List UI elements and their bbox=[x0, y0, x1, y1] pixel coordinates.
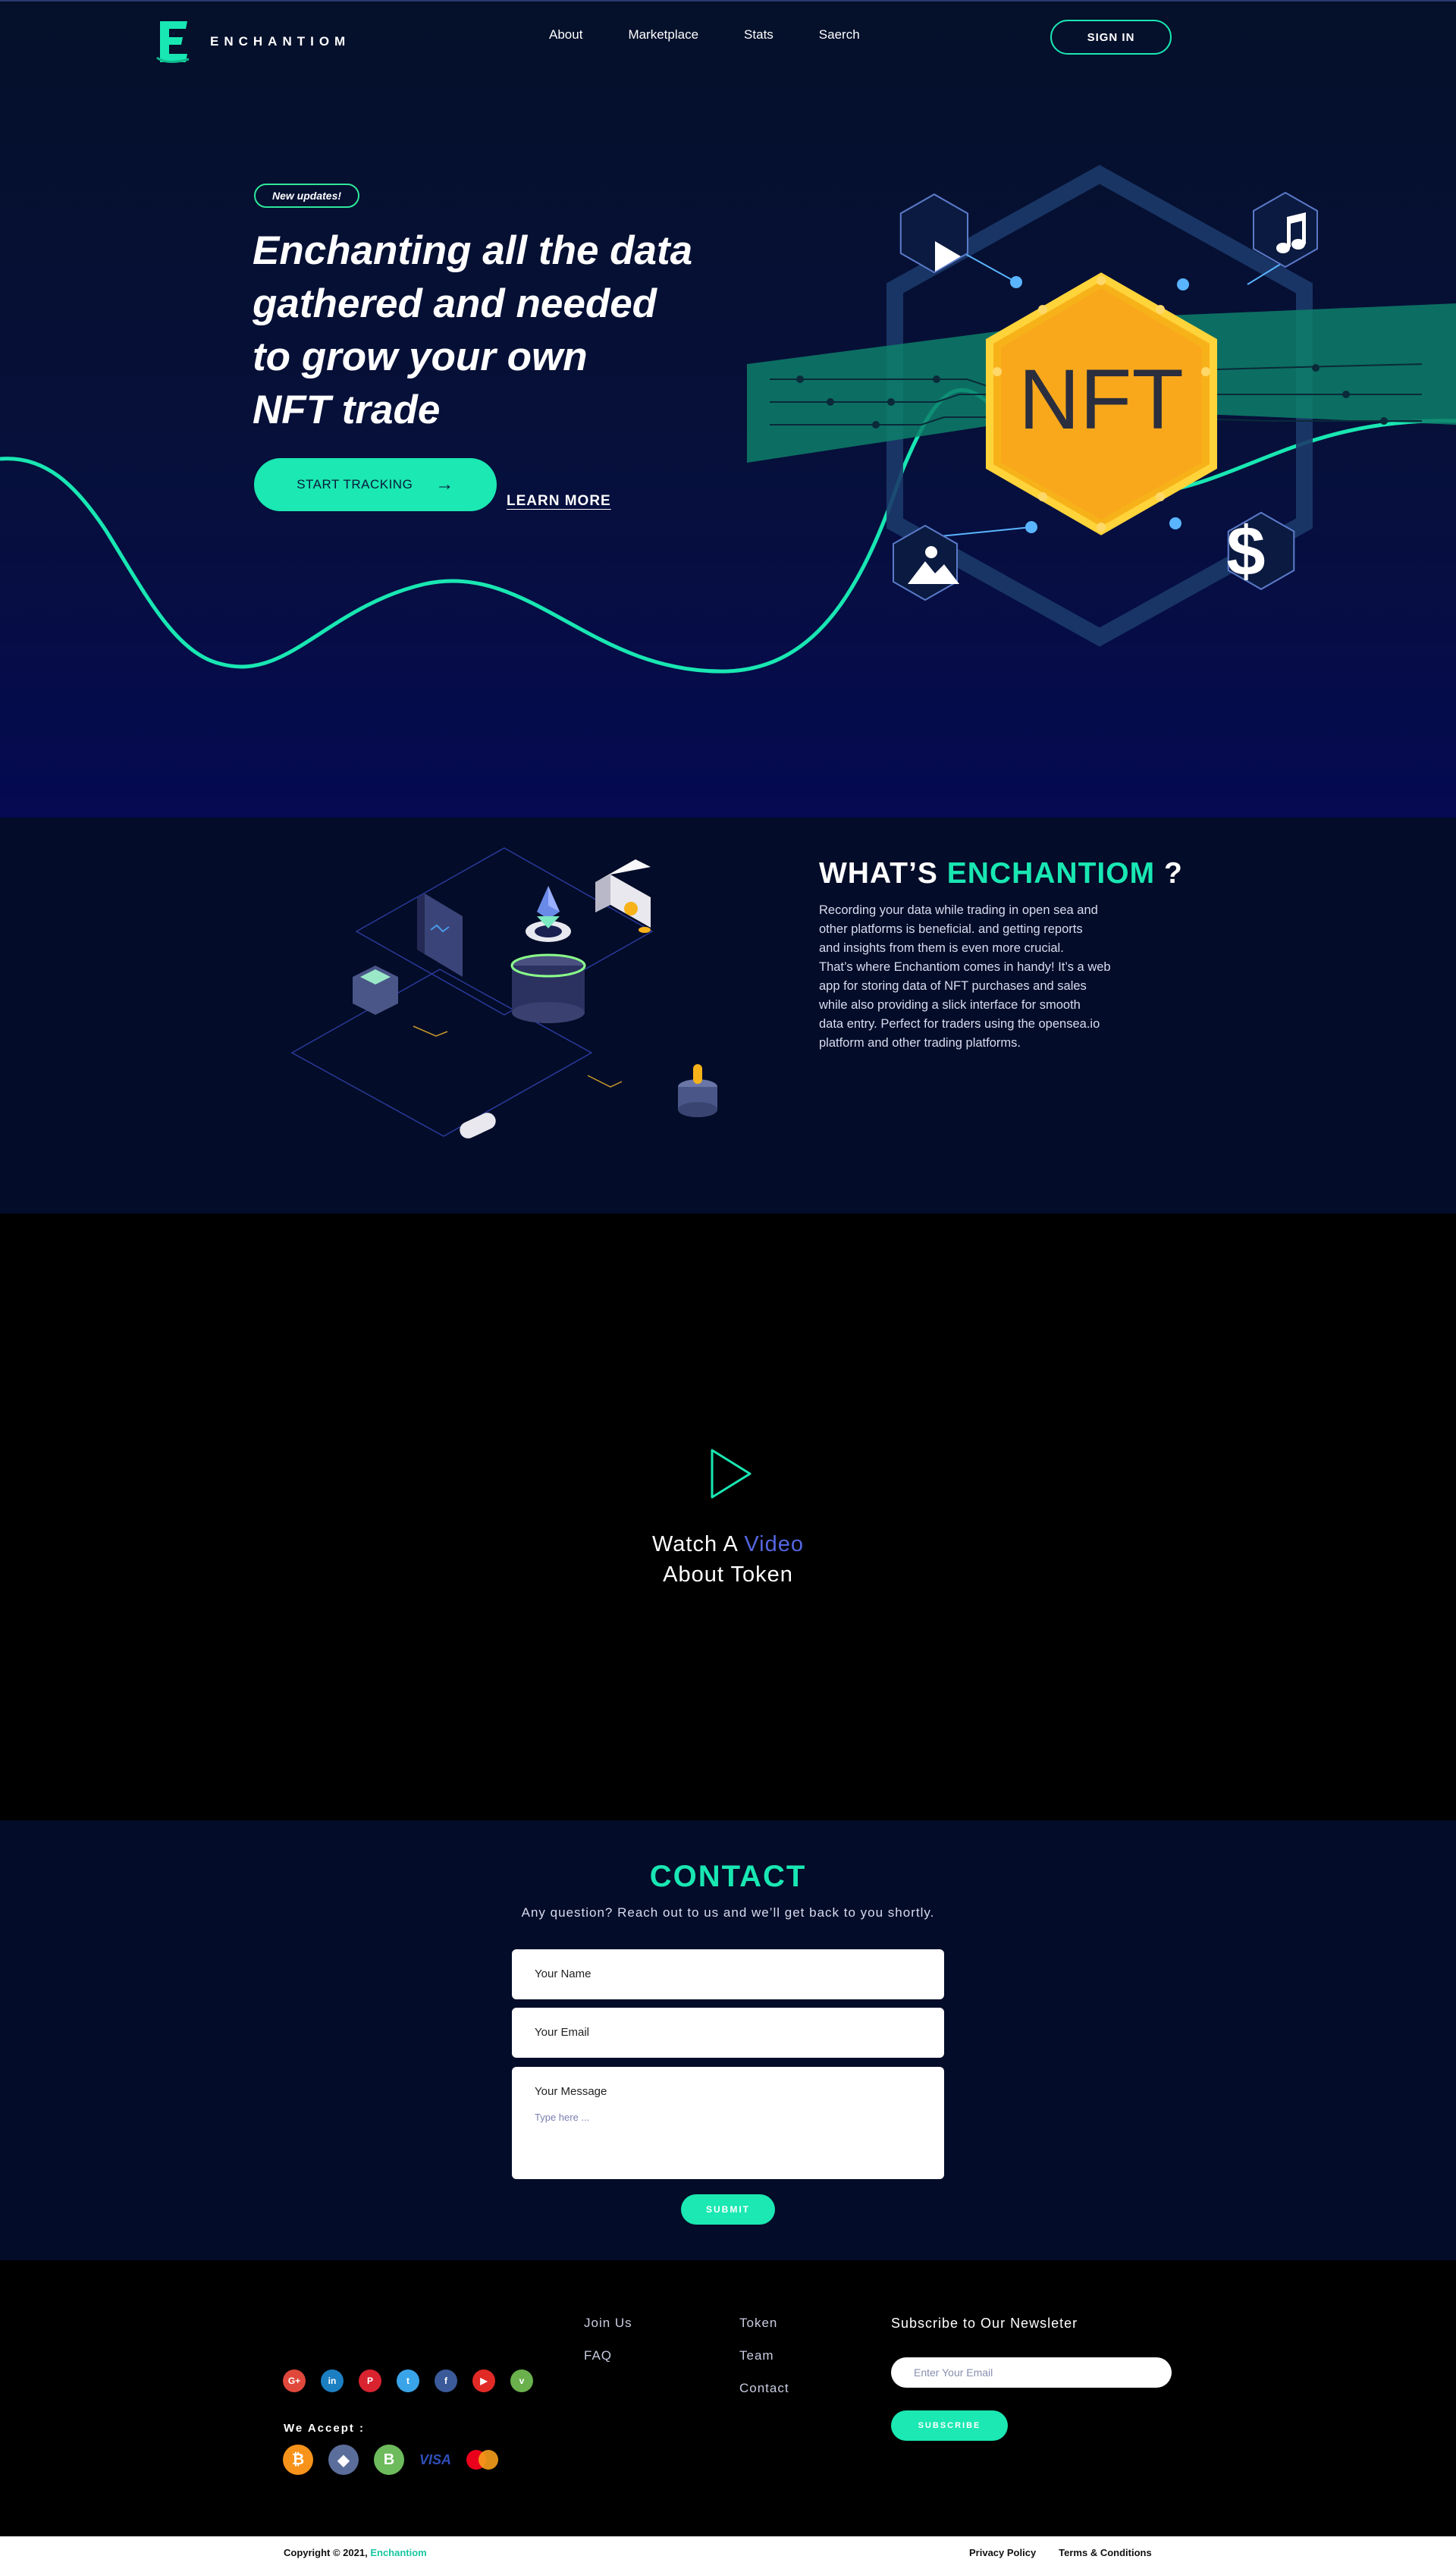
footer-link-contact[interactable]: Contact bbox=[739, 2381, 789, 2396]
copyright-brand[interactable]: Enchantiom bbox=[370, 2547, 426, 2558]
about-line: app for storing data of NFT purchases an… bbox=[819, 979, 1087, 993]
about-line: data entry. Perfect for traders using th… bbox=[819, 1017, 1100, 1031]
about-line: other platforms is beneficial. and getti… bbox=[819, 922, 1083, 936]
video-caption-prefix: Watch A bbox=[651, 1532, 738, 1556]
hero-section: ENCHANTIOM About Marketplace Stats Saerc… bbox=[0, 0, 1456, 818]
footer-link-token[interactable]: Token bbox=[739, 2316, 789, 2331]
nav-links: About Marketplace Stats Saerch bbox=[549, 27, 905, 42]
footer-link-faq[interactable]: FAQ bbox=[584, 2348, 632, 2363]
hero-title-line: gathered and needed bbox=[253, 281, 657, 326]
footer-link-join-us[interactable]: Join Us bbox=[584, 2316, 632, 2331]
about-title-accent: ENCHANTIOM bbox=[946, 857, 1156, 890]
about-section: WHAT’S ENCHANTIOM ? Recording your data … bbox=[0, 818, 1456, 1214]
arrow-right-icon: → bbox=[435, 474, 454, 495]
about-title-prefix: WHAT’S bbox=[819, 857, 938, 890]
video-section: Watch A Video About Token bbox=[0, 1214, 1456, 1820]
nav-search[interactable]: Saerch bbox=[819, 27, 860, 42]
about-line: That’s where Enchantiom comes in handy! … bbox=[819, 960, 1111, 974]
newsletter-title: Subscribe to Our Newsleter bbox=[891, 2316, 1078, 2331]
message-label: Your Message bbox=[535, 2085, 607, 2098]
sign-in-button[interactable]: SIGN IN bbox=[1050, 20, 1172, 55]
dollar-hex-icon: $ bbox=[1226, 513, 1265, 590]
youtube-icon[interactable]: ▶ bbox=[472, 2369, 495, 2392]
we-accept-label: We Accept : bbox=[284, 2422, 366, 2435]
nft-illustration: NFT $ bbox=[747, 165, 1456, 647]
about-line: while also providing a slick interface f… bbox=[819, 998, 1081, 1012]
hero-title-line: Enchanting all the data bbox=[253, 228, 693, 273]
nav-about[interactable]: About bbox=[549, 27, 582, 42]
footer-links-col1: Join Us FAQ bbox=[584, 2316, 632, 2381]
bitcoin-icon: ₿ bbox=[283, 2445, 313, 2475]
message-field[interactable]: Your Message Type here ... bbox=[512, 2067, 944, 2179]
terms-link[interactable]: Terms & Conditions bbox=[1059, 2547, 1152, 2558]
hero-title-line: to grow your own bbox=[253, 334, 588, 379]
message-placeholder: Type here ... bbox=[535, 2112, 590, 2123]
payment-icons: ₿ ◆ B VISA bbox=[283, 2445, 499, 2475]
contact-title: CONTACT bbox=[649, 1860, 807, 1893]
bottom-bar: Copyright © 2021, Enchantiom Privacy Pol… bbox=[0, 2536, 1456, 2572]
about-title: WHAT’S ENCHANTIOM ? bbox=[819, 857, 1183, 890]
privacy-policy-link[interactable]: Privacy Policy bbox=[969, 2547, 1036, 2558]
pinterest-icon[interactable]: P bbox=[359, 2369, 381, 2392]
start-tracking-button[interactable]: START TRACKING → bbox=[254, 458, 497, 511]
about-title-suffix: ? bbox=[1163, 857, 1183, 890]
video-caption: Watch A Video About Token bbox=[0, 1529, 1456, 1590]
bitcoin-cash-icon: B bbox=[374, 2445, 404, 2475]
footer-link-team[interactable]: Team bbox=[739, 2348, 789, 2363]
mastercard-icon bbox=[466, 2450, 499, 2470]
isometric-blockchain-illustration bbox=[290, 847, 717, 1138]
about-line: platform and other trading platforms. bbox=[819, 1036, 1021, 1050]
video-caption-line2: About Token bbox=[663, 1562, 793, 1587]
play-icon[interactable] bbox=[708, 1447, 754, 1500]
brand-logo[interactable]: ENCHANTIOM bbox=[155, 20, 350, 64]
about-paragraph: Recording your data while trading in ope… bbox=[819, 901, 1183, 1053]
linkedin-icon[interactable]: in bbox=[321, 2369, 344, 2392]
enchantiom-logo-icon bbox=[156, 21, 190, 63]
nav-marketplace[interactable]: Marketplace bbox=[628, 27, 698, 42]
copyright-text: Copyright © 2021, bbox=[284, 2547, 368, 2558]
email-label: Your Email bbox=[535, 2026, 589, 2039]
learn-more-link[interactable]: LEARN MORE bbox=[507, 493, 611, 510]
legal-links: Privacy Policy Terms & Conditions bbox=[969, 2547, 1175, 2558]
top-nav: ENCHANTIOM About Marketplace Stats Saerc… bbox=[0, 0, 1456, 73]
start-tracking-label: START TRACKING bbox=[297, 477, 413, 491]
google-plus-icon[interactable]: G+ bbox=[283, 2369, 306, 2392]
newsletter-email-input[interactable]: Enter Your Email bbox=[891, 2357, 1172, 2388]
ethereum-icon: ◆ bbox=[328, 2445, 359, 2475]
brand-name: ENCHANTIOM bbox=[210, 34, 351, 49]
nft-label: NFT bbox=[1018, 352, 1184, 447]
hero-title-line: NFT trade bbox=[253, 388, 441, 432]
new-updates-badge: New updates! bbox=[254, 184, 360, 208]
submit-button[interactable]: SUBMIT bbox=[681, 2194, 775, 2225]
about-line: Recording your data while trading in ope… bbox=[819, 903, 1098, 917]
copyright: Copyright © 2021, Enchantiom bbox=[284, 2547, 427, 2558]
nav-stats[interactable]: Stats bbox=[744, 27, 774, 42]
name-field[interactable]: Your Name bbox=[512, 1949, 944, 1999]
contact-section: CONTACT Any question? Reach out to us an… bbox=[0, 1820, 1456, 2260]
social-icons: G+ in P t f ▶ v bbox=[283, 2369, 548, 2392]
video-caption-line1: Watch A Video bbox=[0, 1529, 1456, 1559]
visa-icon: VISA bbox=[419, 2451, 452, 2467]
twitter-icon[interactable]: t bbox=[397, 2369, 419, 2392]
contact-subtitle: Any question? Reach out to us and we’ll … bbox=[521, 1905, 935, 1920]
video-caption-accent: Video bbox=[744, 1532, 805, 1556]
email-field[interactable]: Your Email bbox=[512, 2008, 944, 2058]
subscribe-button[interactable]: SUBSCRIBE bbox=[891, 2410, 1008, 2441]
hero-title: Enchanting all the data gathered and nee… bbox=[253, 225, 783, 437]
about-line: and insights from them is even more cruc… bbox=[819, 941, 1064, 955]
footer-links-col2: Token Team Contact bbox=[739, 2316, 789, 2413]
facebook-icon[interactable]: f bbox=[435, 2369, 457, 2392]
name-label: Your Name bbox=[535, 1967, 592, 1980]
vine-icon[interactable]: v bbox=[510, 2369, 533, 2392]
footer: G+ in P t f ▶ v We Accept : ₿ ◆ B VISA J… bbox=[0, 2260, 1456, 2536]
